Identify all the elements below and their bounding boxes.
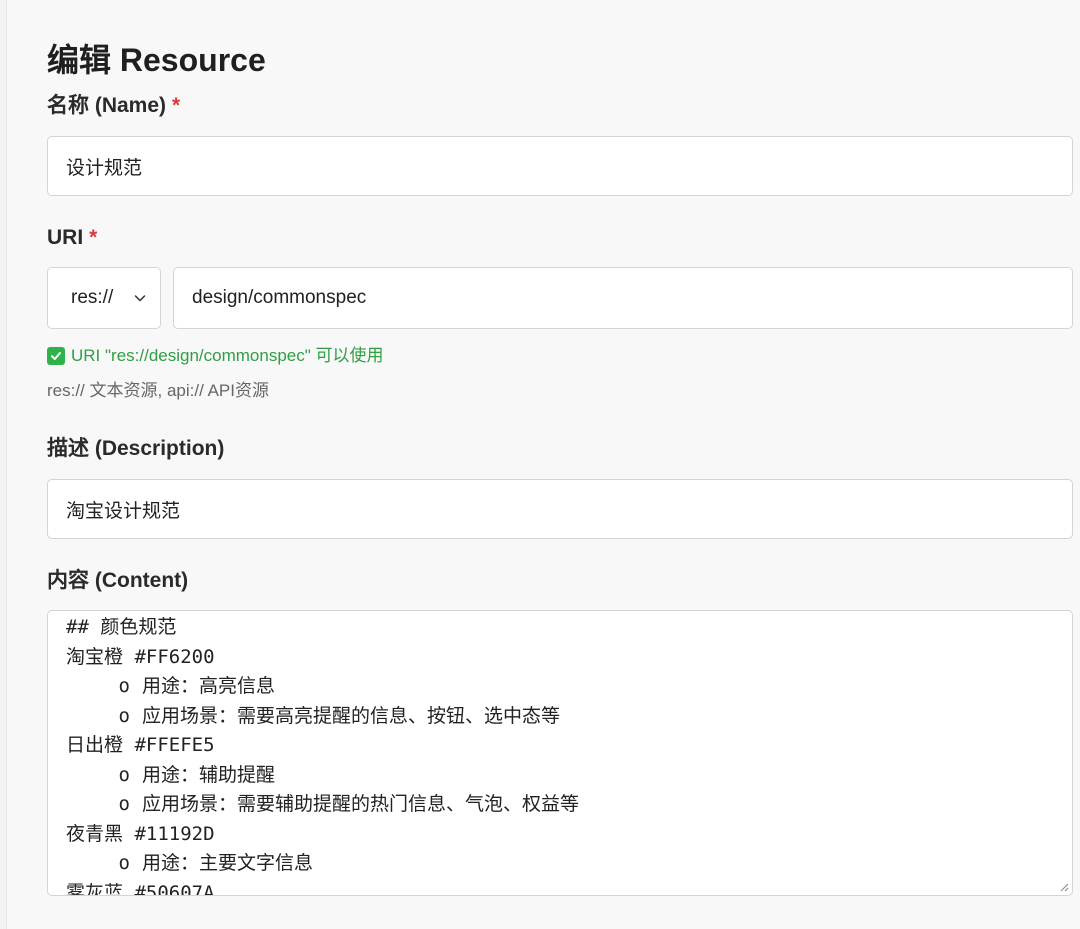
- bullet-marker: o: [118, 704, 130, 727]
- content-line: o 用途：辅助提醒: [66, 761, 579, 791]
- content-line: 雾灰蓝 #50607A: [66, 879, 579, 896]
- uri-hint: res:// 文本资源, api:// API资源: [47, 381, 269, 400]
- uri-validation-message: URI "res://design/commonspec" 可以使用: [47, 345, 384, 367]
- content-line-text: 应用场景：需要辅助提醒的热门信息、气泡、权益等: [142, 793, 580, 815]
- resize-handle-icon[interactable]: [1059, 882, 1069, 892]
- description-input[interactable]: 淘宝设计规范: [47, 479, 1073, 539]
- content-line-text: 应用场景：需要高亮提醒的信息、按钮、选中态等: [142, 704, 561, 727]
- content-line-text: 用途：辅助提醒: [142, 763, 276, 786]
- page-title: 编辑 Resource: [47, 42, 266, 78]
- content-line: 淘宝橙 #FF6200: [66, 643, 579, 673]
- content-line-text: 雾灰蓝 #50607A: [66, 881, 215, 896]
- content-text: ## 颜色规范淘宝橙 #FF6200 o 用途：高亮信息 o 应用场景：需要高亮提醒的信…: [66, 613, 579, 896]
- required-mark: *: [89, 226, 98, 249]
- content-label: 内容 (Content): [47, 569, 189, 592]
- content-textarea[interactable]: ## 颜色规范淘宝橙 #FF6200 o 用途：高亮信息 o 应用场景：需要高亮提醒的信…: [47, 610, 1073, 896]
- uri-path-input[interactable]: design/commonspec: [173, 267, 1073, 329]
- content-line: 夜青黑 #11192D: [66, 820, 579, 850]
- description-label: 描述 (Description): [47, 437, 225, 460]
- uri-path-value: design/commonspec: [192, 287, 367, 308]
- content-line: o 用途：高亮信息: [66, 672, 579, 702]
- bullet-marker: o: [118, 675, 130, 697]
- content-line-text: 日出橙 #FFEFE5: [66, 734, 215, 756]
- uri-label: URI *: [47, 225, 97, 251]
- content-line: 日出橙 #FFEFE5: [66, 731, 579, 761]
- required-mark: *: [172, 94, 181, 117]
- name-label-text: 名称 (Name): [47, 94, 167, 117]
- content-line-text: ## 颜色规范: [66, 616, 177, 638]
- uri-scheme-select[interactable]: res://: [47, 267, 161, 329]
- content-line-text: 夜青黑 #11192D: [66, 822, 215, 845]
- description-input-value: 淘宝设计规范: [66, 500, 181, 522]
- uri-label-text: URI: [47, 226, 84, 249]
- edit-resource-panel: 编辑 Resource 名称 (Name) * 设计规范 URI * res:// …: [6, 0, 1080, 929]
- content-line: o 应用场景：需要高亮提醒的信息、按钮、选中态等: [66, 702, 579, 732]
- content-line-text: 用途：高亮信息: [142, 675, 276, 697]
- content-line-text: 用途：主要文字信息: [142, 852, 314, 874]
- name-input-value: 设计规范: [66, 157, 143, 179]
- bullet-marker: o: [118, 763, 130, 786]
- bullet-marker: o: [118, 852, 130, 874]
- uri-scheme-value: res://: [71, 287, 114, 308]
- name-label: 名称 (Name) *: [47, 93, 180, 119]
- content-line: ## 颜色规范: [66, 613, 579, 643]
- content-line: o 应用场景：需要辅助提醒的热门信息、气泡、权益等: [66, 790, 579, 820]
- bullet-marker: o: [118, 793, 130, 815]
- name-input[interactable]: 设计规范: [47, 136, 1073, 196]
- content-line-text: 淘宝橙 #FF6200: [66, 645, 215, 668]
- uri-validation-text: URI "res://design/commonspec" 可以使用: [71, 346, 384, 365]
- chevron-down-icon: [134, 295, 146, 302]
- content-line: o 用途：主要文字信息: [66, 849, 579, 879]
- check-mark-icon: [47, 347, 65, 365]
